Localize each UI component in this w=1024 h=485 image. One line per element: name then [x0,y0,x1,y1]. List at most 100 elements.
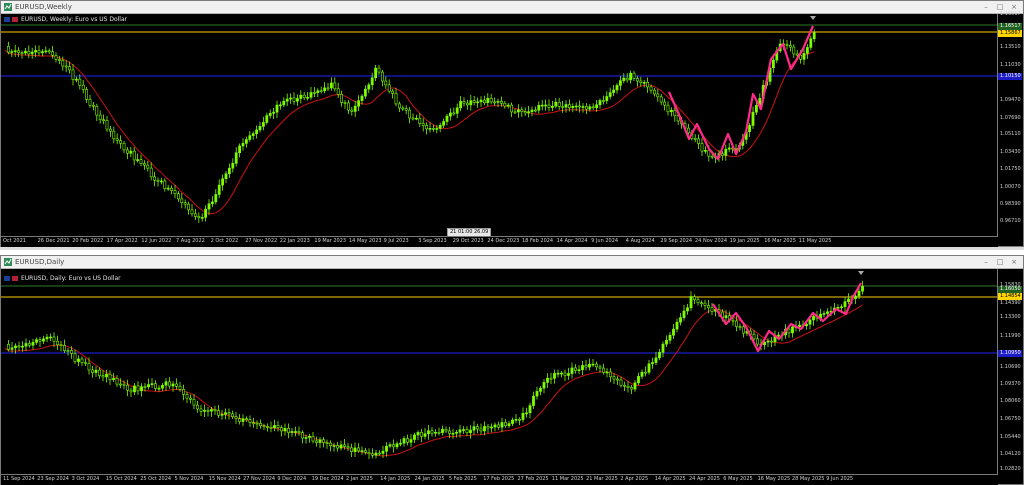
bullish-candle [416,432,420,436]
bullish-candle [724,315,728,319]
daily-symbol-text: EURUSD, Daily: Euro vs US Dollar [21,275,121,282]
bearish-candle [785,44,789,46]
bullish-candle [857,290,861,297]
bullish-candle [231,163,235,169]
bearish-candle [192,399,196,406]
bearish-candle [533,109,537,112]
date-label: 9 Dec 2024 [277,476,307,482]
date-label: 23 Sep 2024 [37,476,69,482]
bullish-candle [200,217,204,219]
date-label: 2 Oct 2022 [210,238,239,244]
bearish-candle [378,452,381,455]
bullish-candle [234,152,238,164]
date-label: 17 Apr 2022 [106,238,138,244]
bearish-candle [119,140,123,144]
daily-price-axis[interactable]: 1.15830 1.14390 1.13300 1.11990 1.10690 … [997,269,1023,474]
weekly-titlebar[interactable]: EURUSD,Weekly – □ × [1,1,1023,14]
bullish-candle [812,316,815,321]
weekly-time-axis[interactable]: Oct 2021 26 Dec 2021 20 Feb 2022 17 Apr 202… [1,236,998,247]
bearish-candle [252,422,255,424]
close-button[interactable]: × [1007,256,1021,268]
bullish-candle [527,111,531,114]
date-label: 5 Feb 2025 [448,476,477,482]
bearish-candle [276,425,280,428]
daily-candles-svg [1,271,998,459]
bearish-candle [392,444,395,448]
daily-price-plot[interactable]: EURUSD, Daily: Euro vs US Dollar [1,269,998,474]
bearish-candle [325,442,329,444]
bullish-candle [395,443,399,448]
bullish-candle [289,97,293,100]
bearish-candle [187,203,191,211]
bullish-candle [388,444,392,447]
bullish-candle [550,105,554,108]
bullish-candle [306,96,310,99]
bearish-candle [153,176,157,181]
bearish-candle [425,125,429,130]
bearish-candle [666,104,670,113]
bullish-candle [217,184,221,195]
bearish-candle [238,418,241,422]
bearish-candle [84,362,87,364]
bullish-candle [458,429,462,433]
bullish-candle [570,367,574,374]
bearish-candle [301,432,304,439]
bearish-candle [149,167,153,178]
bullish-candle [637,376,640,384]
date-label: 15 Oct 2024 [105,476,137,482]
bullish-candle [23,50,27,54]
eu-flag-icon [4,276,10,281]
bearish-candle [109,128,112,132]
bearish-candle [465,102,469,106]
bullish-candle [210,409,213,412]
bearish-candle [59,344,63,347]
bullish-candle [483,426,486,432]
bullish-candle [34,50,38,53]
bearish-candle [47,50,51,53]
date-label: 22 Jan 2023 [279,238,310,244]
weekly-price-axis[interactable]: 1.16517 1.13510 1.11030 1.09470 1.07690 … [997,11,1023,236]
bearish-candle [499,101,503,104]
minimize-button[interactable]: – [979,256,993,268]
daily-titlebar[interactable]: EURUSD,Daily – □ × [1,256,1023,269]
bullish-candle [360,95,364,101]
minimize-button[interactable]: – [979,1,993,13]
bearish-candle [547,104,551,108]
bullish-candle [75,78,78,81]
bullish-candle [615,85,619,91]
bearish-candle [183,202,187,205]
bullish-candle [469,429,472,434]
bullish-candle [221,178,225,186]
date-label: Oct 2021 [3,238,26,244]
date-label: 3 Sep 2023 [418,238,447,244]
bullish-candle [500,422,504,428]
bearish-candle [333,82,337,90]
daily-time-axis[interactable]: 11 Sep 2024 23 Sep 2024 3 Oct 2024 15 Oct 2… [1,474,998,485]
date-label: 19 Mar 2023 [314,238,347,244]
date-label: 9 Jun 2025 [826,476,854,482]
bullish-candle [496,101,500,103]
bearish-candle [175,383,178,387]
bearish-candle [326,87,330,90]
date-label: 15 Nov 2024 [208,476,241,482]
bullish-candle [316,90,320,93]
bearish-candle [364,450,367,453]
bearish-candle [122,143,126,151]
bearish-candle [497,424,500,428]
bearish-candle [180,198,184,204]
bearish-candle [80,358,84,363]
bullish-candle [140,386,143,392]
weekly-price-plot[interactable]: EURUSD, Weekly: Euro vs US Dollar 21 01:… [1,14,998,236]
bullish-candle [13,50,17,52]
bullish-candle [44,50,48,53]
cursor-label-3: 26.09 [473,229,489,235]
bearish-candle [73,353,77,362]
bullish-candle [448,112,452,117]
bearish-candle [616,378,619,381]
bullish-candle [385,445,388,452]
bullish-candle [661,343,665,353]
bullish-candle [605,96,609,101]
maximize-button[interactable]: □ [993,256,1007,268]
bearish-candle [584,365,588,368]
bearish-candle [700,302,703,304]
